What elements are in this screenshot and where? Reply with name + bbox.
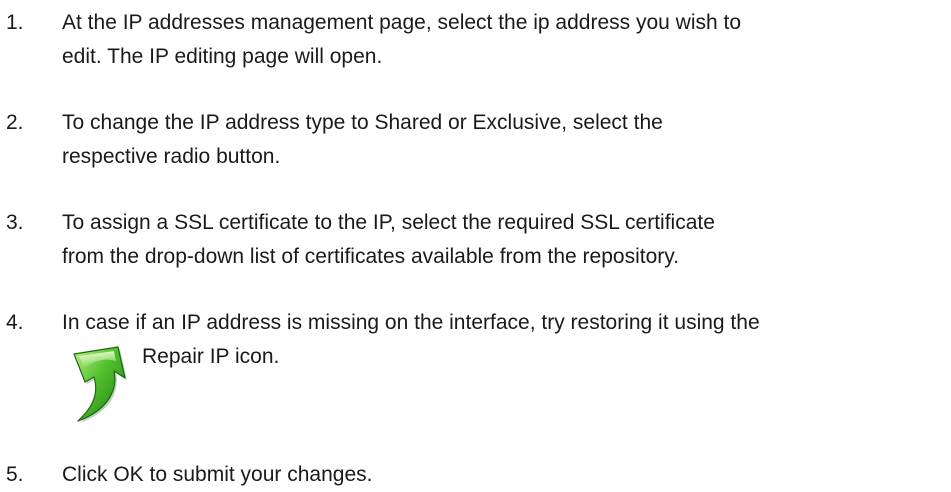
- step-text-line: To change the IP address type to Shared …: [62, 111, 663, 134]
- step-text-line: from the drop-down list of certificates …: [62, 245, 680, 268]
- step-number: 5.: [6, 463, 24, 486]
- step-text: To change the IP address type to Shared …: [62, 106, 951, 174]
- step-text-line: respective radio button.: [62, 145, 281, 168]
- repair-ip-line: Repair IP icon.: [62, 340, 951, 423]
- step-text: Click OK to submit your changes.: [62, 458, 951, 492]
- step-text-line: At the IP addresses management page, sel…: [62, 11, 742, 34]
- step-text-line: edit. The IP editing page will open.: [62, 45, 383, 68]
- repair-ip-icon: [62, 344, 128, 424]
- step-text: To assign a SSL certificate to the IP, s…: [62, 206, 951, 274]
- step-text-line: In case if an IP address is missing on t…: [62, 311, 760, 334]
- step-text-line: Click OK to submit your changes.: [62, 463, 373, 486]
- step-text: In case if an IP address is missing on t…: [62, 306, 951, 423]
- repair-ip-label: Repair IP icon.: [142, 345, 280, 368]
- step-number: 3.: [6, 211, 24, 234]
- step-text-line: To assign a SSL certificate to the IP, s…: [62, 211, 715, 234]
- step-number: 2.: [6, 111, 24, 134]
- step-text: At the IP addresses management page, sel…: [62, 6, 951, 74]
- step-number: 1.: [6, 11, 24, 34]
- step-number: 4.: [6, 311, 24, 334]
